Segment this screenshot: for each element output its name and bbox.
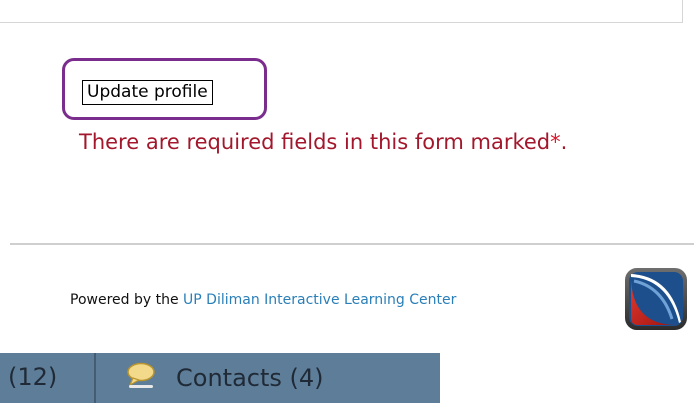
ilc-link[interactable]: UP Diliman Interactive Learning Center	[183, 292, 456, 308]
top-panel-edge	[0, 0, 683, 23]
tab-separator	[94, 353, 96, 403]
chat-bubble-icon	[126, 362, 176, 394]
required-asterisk: *	[550, 130, 561, 154]
required-fields-message: There are required fields in this form m…	[79, 128, 567, 156]
update-profile-button[interactable]: Update profile	[82, 80, 213, 105]
page: Update profile There are required fields…	[0, 0, 694, 403]
powered-by-text: Powered by the	[70, 292, 184, 308]
ilc-logo-icon[interactable]	[624, 267, 688, 331]
powered-by-line: Powered by the UP Diliman Interactive Le…	[70, 290, 456, 310]
footer-divider	[10, 243, 694, 245]
tab-contacts[interactable]: Contacts (4)	[126, 358, 324, 398]
tab-contacts-label: Contacts (4)	[176, 364, 324, 392]
tab-partial[interactable]: (12)	[8, 362, 57, 392]
required-message-end: .	[560, 130, 568, 154]
required-message-text: There are required fields in this form m…	[79, 130, 551, 154]
